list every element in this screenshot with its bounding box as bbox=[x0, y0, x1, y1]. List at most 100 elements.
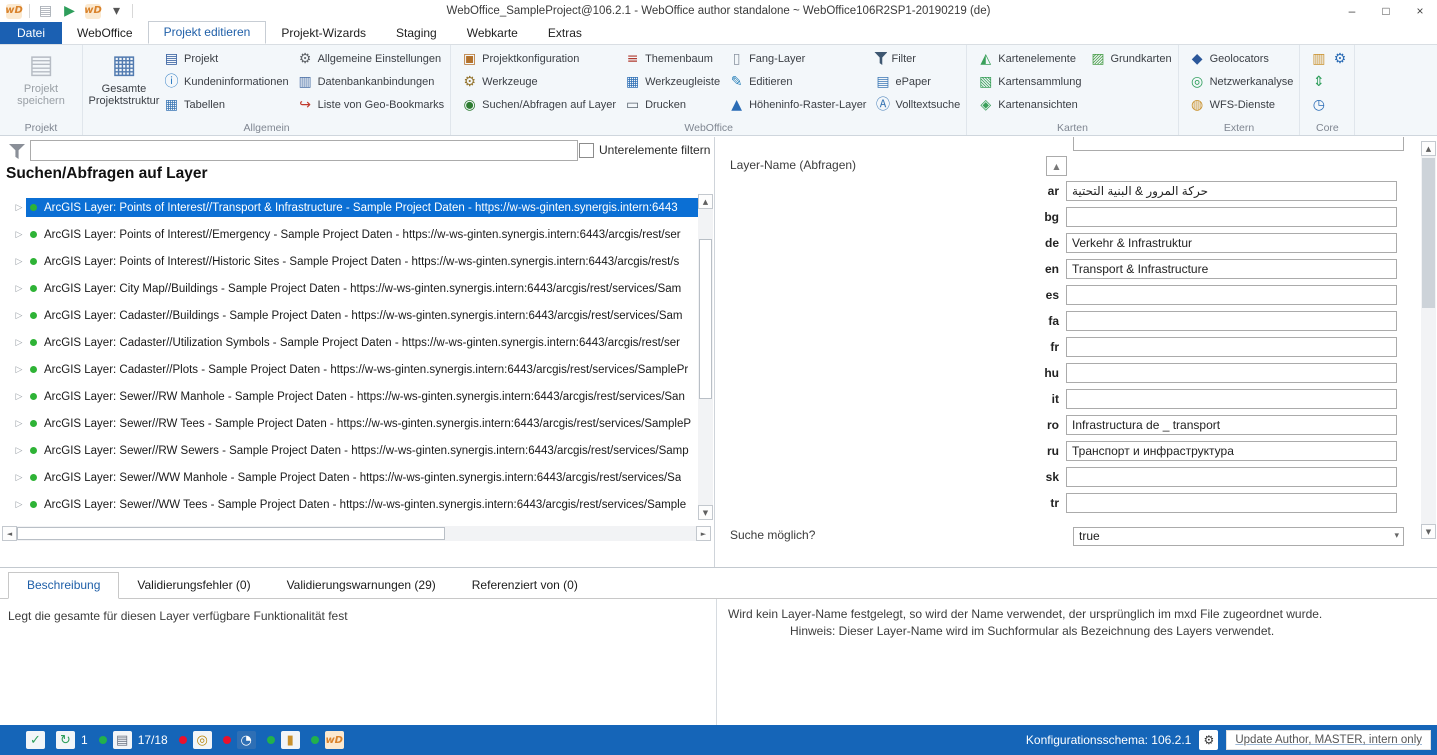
ribbon-item-layout-columns-icon-wrench-icon[interactable]: ▥⚙ bbox=[1310, 48, 1348, 69]
tree-row[interactable]: ▷ArcGIS Layer: Sewer//WW Manhole - Sampl… bbox=[0, 464, 713, 491]
tree-vscroll-thumb[interactable] bbox=[699, 239, 712, 399]
collapse-languages-button[interactable]: ▲ bbox=[1046, 156, 1067, 176]
expand-caret-icon[interactable]: ▷ bbox=[12, 202, 26, 213]
tree-row[interactable]: ▷ArcGIS Layer: Cadaster//Utilization Sym… bbox=[0, 329, 713, 356]
layer-name-input-ru[interactable]: Транспорт и инфраструктура bbox=[1066, 441, 1397, 461]
tree-hscroll-track[interactable] bbox=[17, 526, 696, 541]
status-item-sync-icon[interactable]: ↻1 bbox=[56, 731, 88, 749]
ribbon-item-werkzeugleiste[interactable]: ▦Werkzeugleiste bbox=[624, 71, 720, 92]
scrolled-field-partial[interactable] bbox=[1073, 137, 1404, 151]
ribbon-item-kartenelemente[interactable]: ◭Kartenelemente bbox=[977, 48, 1081, 69]
maximize-button[interactable]: □ bbox=[1369, 0, 1403, 22]
ribbon-item-epaper[interactable]: ▤ePaper bbox=[874, 71, 960, 92]
tab-validierungswarnungen-29-[interactable]: Validierungswarnungen (29) bbox=[269, 572, 454, 598]
unterelemente-filtern-checkbox[interactable] bbox=[579, 143, 594, 158]
ribbon-item-kartenansichten[interactable]: ◈Kartenansichten bbox=[977, 94, 1081, 115]
expand-caret-icon[interactable]: ▷ bbox=[12, 391, 26, 402]
scroll-right-button[interactable]: ► bbox=[696, 526, 711, 541]
save-icon[interactable]: ▤ bbox=[37, 3, 54, 20]
user-session-button[interactable]: Update Author, MASTER, intern only bbox=[1226, 730, 1431, 750]
tab-validierungsfehler-0-[interactable]: Validierungsfehler (0) bbox=[119, 572, 268, 598]
ribbon-item-clock-icon[interactable]: ◷ bbox=[1310, 94, 1348, 115]
dropdown-caret-icon[interactable]: ▾ bbox=[108, 3, 125, 20]
expand-caret-icon[interactable]: ▷ bbox=[12, 229, 26, 240]
expand-caret-icon[interactable]: ▷ bbox=[12, 256, 26, 267]
ribbon-item-netzwerkanalyse[interactable]: ◎Netzwerkanalyse bbox=[1189, 71, 1294, 92]
expand-caret-icon[interactable]: ▷ bbox=[12, 364, 26, 375]
weboffice-icon[interactable]: wD bbox=[6, 4, 22, 19]
status-item-validation-check-icon[interactable]: ✓ bbox=[26, 731, 45, 749]
expand-caret-icon[interactable]: ▷ bbox=[12, 445, 26, 456]
tree-row[interactable]: ▷ArcGIS Layer: Sewer//RW Sewers - Sample… bbox=[0, 437, 713, 464]
scroll-up-button[interactable]: ▲ bbox=[698, 194, 713, 209]
tree-hscroll-thumb[interactable] bbox=[17, 527, 445, 540]
ribbon-item-geolocators[interactable]: ◆Geolocators bbox=[1189, 48, 1294, 69]
expand-caret-icon[interactable]: ▷ bbox=[12, 337, 26, 348]
tab-weboffice[interactable]: WebOffice bbox=[62, 22, 148, 44]
ribbon-item-fang-layer[interactable]: ▯Fang-Layer bbox=[728, 48, 866, 69]
status-item-service-status-icon[interactable]: ▤17/18 bbox=[99, 731, 168, 749]
ribbon-button-projekt-speichern[interactable]: ▤Projekt speichern bbox=[6, 48, 76, 107]
tree-row[interactable]: ▷ArcGIS Layer: Cadaster//Plots - Sample … bbox=[0, 356, 713, 383]
tree-row[interactable]: ▷ArcGIS Layer: Sewer//WW Tees - Sample P… bbox=[0, 491, 713, 518]
status-item-globe-service-icon[interactable]: ◔ bbox=[223, 731, 256, 749]
ribbon-item-volltextsuche[interactable]: ⒶVolltextsuche bbox=[874, 94, 960, 115]
layer-name-input-es[interactable] bbox=[1066, 285, 1397, 305]
tree-row[interactable]: ▷ArcGIS Layer: Points of Interest//Histo… bbox=[0, 248, 713, 275]
layer-name-input-fa[interactable] bbox=[1066, 311, 1397, 331]
tab-projekt-editieren[interactable]: Projekt editieren bbox=[148, 21, 267, 44]
layer-name-input-de[interactable]: Verkehr & Infrastruktur bbox=[1066, 233, 1397, 253]
settings-gears-icon[interactable]: ⚙ bbox=[1199, 730, 1218, 750]
ribbon-item-werkzeuge[interactable]: ⚙Werkzeuge bbox=[461, 71, 616, 92]
tree-row[interactable]: ▷ArcGIS Layer: City Map//Buildings - Sam… bbox=[0, 275, 713, 302]
ribbon-item-wfs-dienste[interactable]: ◍WFS-Dienste bbox=[1189, 94, 1294, 115]
layer-name-input-tr[interactable] bbox=[1066, 493, 1397, 513]
expand-caret-icon[interactable]: ▷ bbox=[12, 283, 26, 294]
tree-vscroll-track[interactable] bbox=[698, 209, 713, 505]
status-item-search-service-icon[interactable]: ◎ bbox=[179, 731, 212, 749]
minimize-button[interactable]: – bbox=[1335, 0, 1369, 22]
scroll-left-button[interactable]: ◄ bbox=[2, 526, 17, 541]
ribbon-item-suchen-abfragen-auf-layer[interactable]: ◉Suchen/Abfragen auf Layer bbox=[461, 94, 616, 115]
ribbon-item-drucken[interactable]: ▭Drucken bbox=[624, 94, 720, 115]
ribbon-item-tabellen[interactable]: ▦Tabellen bbox=[163, 94, 289, 115]
layer-name-input-hu[interactable] bbox=[1066, 363, 1397, 383]
tab-projekt-wizards[interactable]: Projekt-Wizards bbox=[266, 22, 381, 44]
ribbon-item-projektkonfiguration[interactable]: ▣Projektkonfiguration bbox=[461, 48, 616, 69]
close-button[interactable]: × bbox=[1403, 0, 1437, 22]
panel-scroll-down-button[interactable]: ▼ bbox=[1421, 524, 1436, 539]
layer-name-input-en[interactable]: Transport & Infrastructure bbox=[1066, 259, 1397, 279]
layer-name-input-fr[interactable] bbox=[1066, 337, 1397, 357]
ribbon-item-kartensammlung[interactable]: ▧Kartensammlung bbox=[977, 71, 1081, 92]
status-item-weboffice-icon[interactable]: wD bbox=[311, 731, 344, 749]
scroll-down-button[interactable]: ▼ bbox=[698, 505, 713, 520]
tree-row[interactable]: ▷ArcGIS Layer: Sewer//RW Manhole - Sampl… bbox=[0, 383, 713, 410]
expand-caret-icon[interactable]: ▷ bbox=[12, 418, 26, 429]
ribbon-item-datenbankanbindungen[interactable]: ▥Datenbankanbindungen bbox=[297, 71, 445, 92]
ribbon-item-allgemeine-einstellungen[interactable]: ⚙Allgemeine Einstellungen bbox=[297, 48, 445, 69]
tab-staging[interactable]: Staging bbox=[381, 22, 452, 44]
expand-caret-icon[interactable]: ▷ bbox=[12, 472, 26, 483]
layer-name-input-bg[interactable] bbox=[1066, 207, 1397, 227]
ribbon-item-h-heninfo-raster-layer[interactable]: ▲Höheninfo-Raster-Layer bbox=[728, 94, 866, 115]
expand-caret-icon[interactable]: ▷ bbox=[12, 499, 26, 510]
panel-vscroll-thumb[interactable] bbox=[1422, 158, 1435, 308]
weboffice-icon[interactable]: wD bbox=[85, 4, 101, 19]
search-possible-select[interactable]: true ▾ bbox=[1073, 527, 1404, 546]
tab-extras[interactable]: Extras bbox=[533, 22, 597, 44]
panel-scroll-up-button[interactable]: ▲ bbox=[1421, 141, 1436, 156]
ribbon-item-projekt[interactable]: ▤Projekt bbox=[163, 48, 289, 69]
ribbon-item-grundkarten[interactable]: ▨Grundkarten bbox=[1089, 48, 1171, 69]
tree-row[interactable]: ▷ArcGIS Layer: Points of Interest//Emerg… bbox=[0, 221, 713, 248]
ribbon-item-spacing-icon[interactable]: ⇕ bbox=[1310, 71, 1348, 92]
tree-row[interactable]: ▷ArcGIS Layer: Cadaster//Buildings - Sam… bbox=[0, 302, 713, 329]
ribbon-item-themenbaum[interactable]: ≡Themenbaum bbox=[624, 48, 720, 69]
expand-caret-icon[interactable]: ▷ bbox=[12, 310, 26, 321]
run-icon[interactable]: ▶ bbox=[61, 3, 78, 20]
tree-row[interactable]: ▷ArcGIS Layer: Sewer//RW Tees - Sample P… bbox=[0, 410, 713, 437]
ribbon-item-kundeninformationen[interactable]: ⓘKundeninformationen bbox=[163, 71, 289, 92]
ribbon-item-editieren[interactable]: ✎Editieren bbox=[728, 71, 866, 92]
layer-name-input-sk[interactable] bbox=[1066, 467, 1397, 487]
ribbon-item-filter[interactable]: Filter bbox=[874, 48, 960, 69]
tab-webkarte[interactable]: Webkarte bbox=[452, 22, 533, 44]
